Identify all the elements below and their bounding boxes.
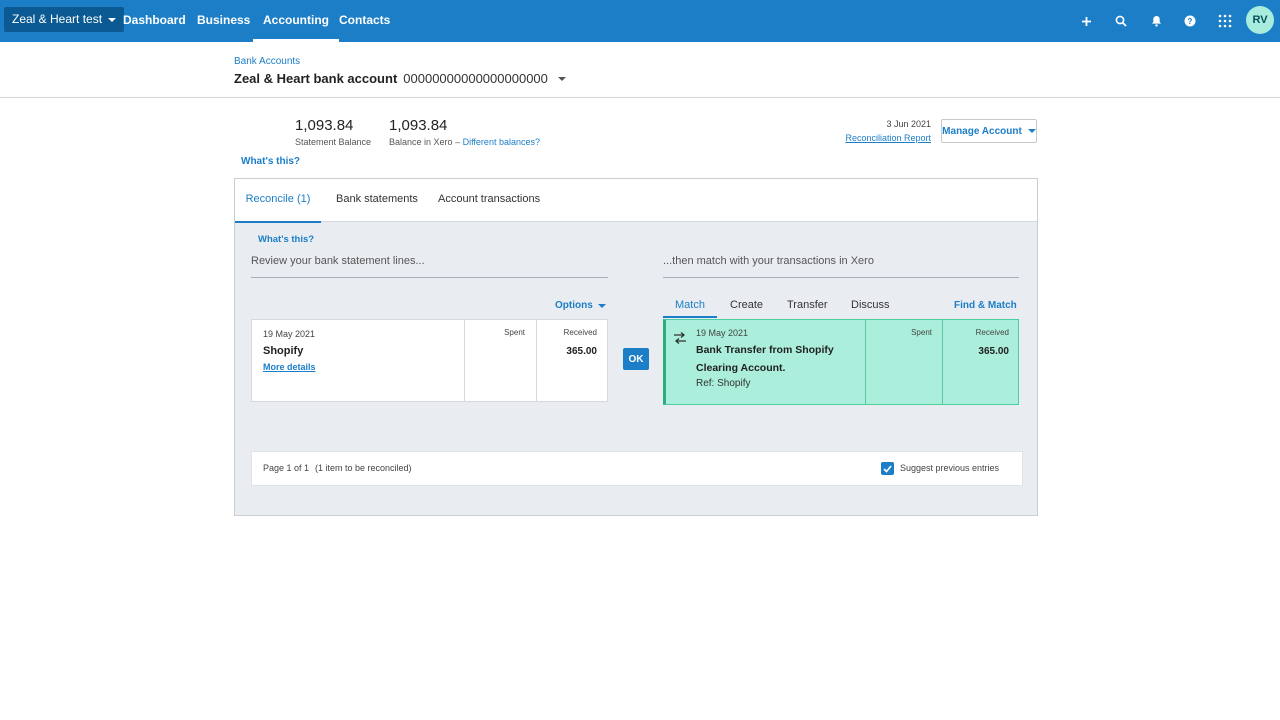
received-column-label: Received xyxy=(563,328,597,337)
items-to-reconcile: (1 item to be reconciled) xyxy=(315,463,412,473)
help-icon[interactable]: ? xyxy=(1181,12,1199,30)
match-description-line-2: Clearing Account. xyxy=(696,362,786,374)
received-amount: 365.00 xyxy=(566,346,597,357)
bell-icon[interactable] xyxy=(1147,12,1165,30)
page-indicator: Page 1 of 1 xyxy=(263,463,310,473)
account-number: 00000000000000000000 xyxy=(403,71,548,86)
transfer-icon xyxy=(672,331,688,345)
tab-create[interactable]: Create xyxy=(730,299,763,311)
find-match-link[interactable]: Find & Match xyxy=(954,300,1017,311)
xero-balance-value: 1,093.84 xyxy=(389,117,448,134)
suggest-previous-checkbox[interactable] xyxy=(881,462,894,475)
suggest-previous-label: Suggest previous entries xyxy=(900,463,1000,473)
chevron-down-icon xyxy=(108,17,117,22)
manage-account-button[interactable]: Manage Account xyxy=(941,119,1037,143)
spent-column-label: Spent xyxy=(911,328,932,337)
chevron-down-icon xyxy=(1027,129,1036,133)
spent-column-label: Spent xyxy=(504,328,525,337)
whats-this-link[interactable]: What's this? xyxy=(241,156,300,167)
tab-bank-statements[interactable]: Bank statements xyxy=(336,179,418,221)
match-description-line-1: Bank Transfer from Shopify xyxy=(696,344,834,356)
organisation-name: Zeal & Heart test xyxy=(12,12,103,26)
tab-match[interactable]: Match xyxy=(663,299,717,311)
nav-business[interactable]: Business xyxy=(197,0,250,42)
tab-reconcile[interactable]: Reconcile (1) xyxy=(235,179,321,223)
tab-account-transactions[interactable]: Account transactions xyxy=(438,179,540,221)
nav-dashboard[interactable]: Dashboard xyxy=(123,0,186,42)
options-label: Options xyxy=(555,300,593,311)
svg-text:?: ? xyxy=(1188,17,1193,26)
statement-date: 19 May 2021 xyxy=(263,329,316,339)
account-selector[interactable]: Zeal & Heart bank account 00000000000000… xyxy=(234,71,566,86)
page-title: Zeal & Heart bank account xyxy=(234,71,398,86)
chevron-down-icon xyxy=(557,76,566,81)
ok-button[interactable]: OK xyxy=(623,348,649,370)
avatar[interactable]: RV xyxy=(1246,6,1274,34)
options-dropdown[interactable]: Options xyxy=(555,300,606,311)
statement-payee: Shopify xyxy=(263,345,304,357)
right-section-heading: ...then match with your transactions in … xyxy=(663,255,874,267)
match-reference: Ref: Shopify xyxy=(696,378,751,389)
left-section-heading: Review your bank statement lines... xyxy=(251,255,425,267)
match-date: 19 May 2021 xyxy=(696,328,749,338)
reconciliation-date: 3 Jun 2021 xyxy=(886,119,931,129)
plus-icon[interactable] xyxy=(1077,12,1095,30)
match-tab-underline xyxy=(663,316,717,318)
top-navigation-bar: Zeal & Heart test Dashboard Business Acc… xyxy=(0,0,1280,42)
left-heading-divider xyxy=(251,277,608,278)
checkmark-icon xyxy=(883,464,892,473)
matched-transaction-card[interactable]: 19 May 2021 Bank Transfer from Shopify C… xyxy=(663,319,1019,405)
tab-transfer[interactable]: Transfer xyxy=(787,299,828,311)
chevron-down-icon xyxy=(597,303,606,308)
breadcrumb[interactable]: Bank Accounts xyxy=(234,56,300,67)
right-heading-divider xyxy=(663,277,1019,278)
statement-balance-value: 1,093.84 xyxy=(295,117,354,134)
xero-balance-label: Balance in Xero xyxy=(389,137,453,147)
apps-grid-icon[interactable] xyxy=(1216,12,1234,30)
manage-account-label: Manage Account xyxy=(942,125,1022,137)
received-column-label: Received xyxy=(975,328,1009,337)
nav-contacts[interactable]: Contacts xyxy=(339,0,390,42)
organisation-switcher[interactable]: Zeal & Heart test xyxy=(4,7,125,32)
reconciliation-report-link[interactable]: Reconciliation Report xyxy=(840,133,931,143)
nav-accounting[interactable]: Accounting xyxy=(253,0,339,42)
match-received-amount: 365.00 xyxy=(978,346,1009,357)
reconcile-whats-this-link[interactable]: What's this? xyxy=(258,234,314,245)
header-divider xyxy=(0,97,1280,98)
balance-separator: – xyxy=(455,137,461,147)
tabs-bar: Reconcile (1) Bank statements Account tr… xyxy=(235,179,1037,223)
search-icon[interactable] xyxy=(1112,12,1130,30)
different-balances-link[interactable]: Different balances? xyxy=(463,137,540,147)
statement-line-card[interactable]: 19 May 2021 Shopify More details Spent R… xyxy=(251,319,608,402)
pagination-bar: Page 1 of 1 (1 item to be reconciled) Su… xyxy=(251,451,1023,486)
more-details-link[interactable]: More details xyxy=(263,362,316,372)
xero-balance-label-row: Balance in Xero – Different balances? xyxy=(389,137,540,147)
tab-discuss[interactable]: Discuss xyxy=(851,299,890,311)
statement-balance-label: Statement Balance xyxy=(295,137,372,147)
